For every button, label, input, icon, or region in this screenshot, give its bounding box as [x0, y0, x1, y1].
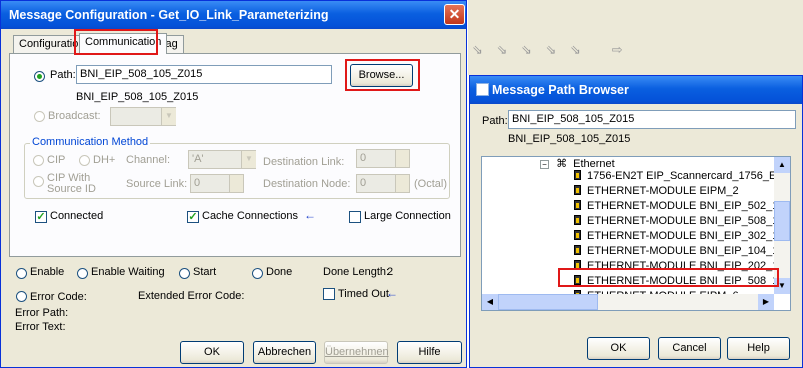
module-icon [574, 245, 581, 255]
error-code-label: Error Code: [30, 291, 87, 303]
tree-item[interactable]: ETHERNET-MODULE EIPM_2 [574, 185, 739, 197]
browser-path-input[interactable]: BNI_EIP_508_105_Z015 [508, 110, 796, 129]
cache-connections-label: Cache Connections [202, 210, 299, 222]
large-connection-label: Large Connection [364, 210, 451, 222]
connected-checkbox[interactable]: ✓ [35, 211, 47, 223]
background-toolbar: ⇘ ⇘ ⇘ ⇘ ⇘ ⇨ [468, 0, 803, 75]
toolbar-icons: ⇘ ⇘ ⇘ ⇘ ⇘ ⇨ [472, 42, 628, 57]
connected-label: Connected [50, 210, 104, 222]
browser-path-resolved: BNI_EIP_508_105_Z015 [508, 133, 631, 145]
cancel-button[interactable]: Abbrechen [253, 341, 316, 364]
done-label: Done [266, 266, 293, 278]
tree-item[interactable]: 1756-EN2T EIP_Scannercard_1756_EN2T [574, 170, 790, 182]
browser-help-button[interactable]: Help [727, 337, 790, 360]
path-label: Path: [50, 69, 76, 81]
chevron-down-icon: ▼ [241, 151, 256, 168]
communication-tab-highlight [74, 29, 158, 55]
browser-ok-button[interactable]: OK [587, 337, 650, 360]
module-icon [574, 200, 581, 210]
enable-status-indicator [16, 268, 27, 279]
module-icon [574, 185, 581, 195]
destination-link-label: Destination Link: [263, 156, 345, 168]
module-icon [574, 215, 581, 225]
scroll-left-icon[interactable]: ◀ [482, 294, 498, 310]
arrow-left-icon: ← [386, 286, 398, 300]
spinner-icon [395, 175, 409, 192]
error-path-label: Error Path: [15, 307, 69, 319]
scroll-thumb[interactable] [774, 201, 790, 241]
cip-source-label: CIP With Source ID [47, 172, 96, 195]
start-indicator [179, 268, 190, 279]
apply-button: Übernehmen [324, 341, 389, 364]
extended-error-code-label: Extended Error Code: [138, 290, 245, 302]
large-connection-checkbox[interactable] [349, 211, 361, 223]
channel-label: Channel: [126, 154, 171, 166]
help-button[interactable]: Hilfe [397, 341, 462, 364]
horizontal-scrollbar[interactable]: ◀ ▶ [482, 294, 774, 310]
tree-root-ethernet[interactable]: − ⌘ Ethernet [540, 157, 615, 170]
selected-module-highlight [558, 268, 779, 287]
close-icon[interactable]: ✕ [444, 4, 465, 25]
path-input[interactable]: BNI_EIP_508_105_Z015 [76, 65, 332, 84]
tree-item[interactable]: ETHERNET-MODULE BNI_EIP_302_105_Z [574, 230, 790, 242]
timed-out-label: Timed Out [338, 288, 389, 300]
error-text-label: Error Text: [15, 321, 66, 333]
enable-waiting-indicator [77, 268, 88, 279]
cip-label: CIP [47, 154, 66, 166]
ok-button[interactable]: OK [180, 341, 244, 364]
done-length-label: Done Length: [323, 266, 390, 278]
spinner-icon [229, 175, 243, 192]
cip-source-radio [33, 176, 44, 187]
path-radio[interactable] [34, 71, 45, 82]
arrow-left-icon: ← [304, 208, 316, 222]
timed-out-checkbox [323, 288, 335, 300]
network-icon: ⌘ [556, 158, 568, 170]
destination-node-label: Destination Node: [263, 178, 351, 190]
communication-method-title: Communication Method [30, 136, 151, 148]
enable-waiting-label: Enable Waiting [91, 266, 165, 278]
broadcast-label: Broadcast: [48, 110, 101, 122]
dhplus-label: DH+ [93, 154, 116, 166]
tree-item[interactable]: ETHERNET-MODULE BNI_EIP_502_105_Z [574, 200, 790, 212]
window-icon [476, 83, 489, 96]
browse-button-highlight [345, 59, 420, 91]
done-indicator [252, 268, 263, 279]
done-length-value: 2 [387, 266, 394, 278]
enable-label: Enable [30, 266, 65, 278]
tree-item[interactable]: ETHERNET-MODULE BNI_EIP_508_105_Z [574, 215, 790, 227]
octal-label: (Octal) [414, 178, 447, 190]
scroll-up-icon[interactable]: ▲ [774, 157, 790, 173]
tree-item[interactable]: ETHERNET-MODULE BNI_EIP_104_105_Z [574, 245, 790, 257]
module-icon [574, 230, 581, 240]
communication-panel: Path: BNI_EIP_508_105_Z015 Browse... BNI… [9, 53, 461, 257]
cache-connections-checkbox[interactable]: ✓ [187, 211, 199, 223]
error-code-indicator [16, 291, 27, 302]
start-label: Start [193, 266, 217, 278]
path-resolved-text: BNI_EIP_508_105_Z015 [76, 91, 199, 103]
dialog-title: Message Configuration - Get_IO_Link_Para… [1, 1, 466, 29]
chevron-down-icon: ▼ [161, 108, 176, 125]
broadcast-radio [34, 111, 45, 122]
browser-cancel-button[interactable]: Cancel [658, 337, 721, 360]
collapse-icon[interactable]: − [540, 160, 549, 169]
message-path-browser: Message Path Browser Path: BNI_EIP_508_1… [469, 75, 803, 368]
scroll-hthumb[interactable] [498, 294, 598, 310]
browser-path-label: Path: [482, 115, 508, 127]
message-configuration-dialog: Message Configuration - Get_IO_Link_Para… [0, 0, 467, 368]
cip-radio [33, 155, 44, 166]
source-link-label: Source Link: [126, 178, 188, 190]
spinner-icon [395, 150, 409, 167]
scroll-right-icon[interactable]: ▶ [758, 294, 774, 310]
module-tree[interactable]: − ⌘ Ethernet 1756-EN2T EIP_Scannercard_1… [481, 156, 791, 311]
dhplus-radio [79, 155, 90, 166]
module-icon [574, 170, 581, 180]
browser-title: Message Path Browser [470, 76, 802, 104]
